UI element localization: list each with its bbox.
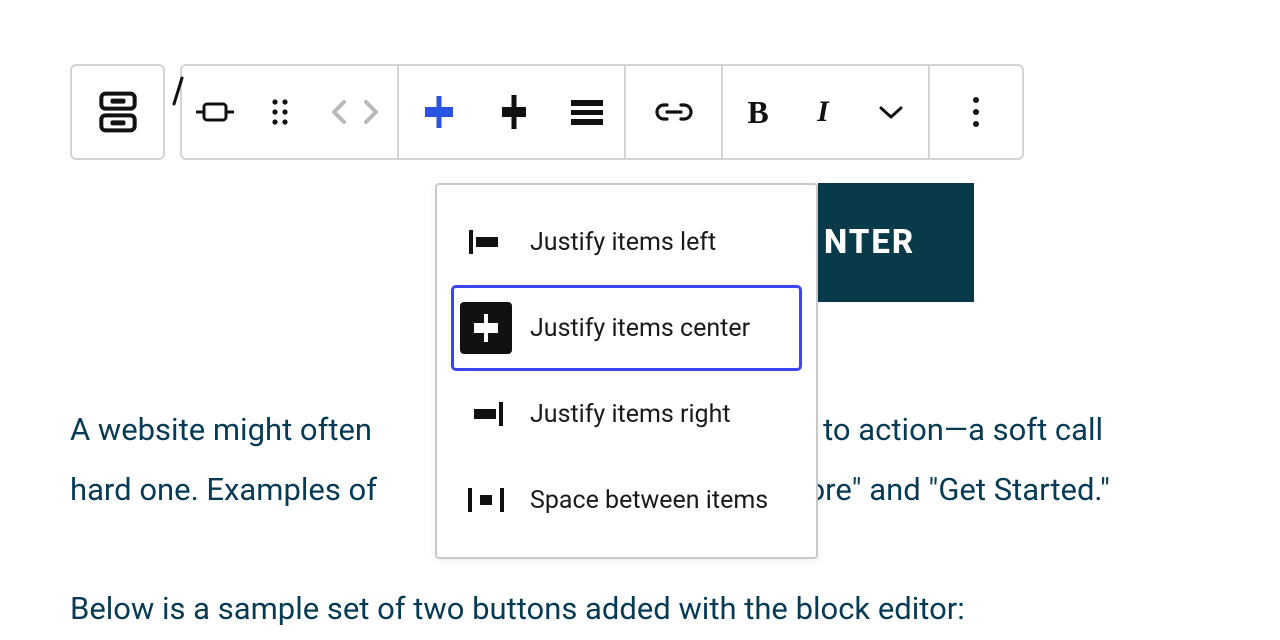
link-button[interactable] — [626, 66, 721, 158]
buttons-block-icon — [98, 90, 138, 134]
move-arrows-icon — [328, 98, 382, 126]
italic-button[interactable]: I — [793, 66, 853, 158]
move-arrows-button[interactable] — [312, 66, 397, 158]
toolbar-main: B I — [180, 64, 1024, 160]
menu-item-label: Justify items right — [530, 400, 731, 429]
menu-item-label: Space between items — [530, 486, 768, 515]
justify-center-icon — [466, 310, 506, 346]
justify-dropdown: Justify items left Justify items center … — [435, 183, 818, 559]
justify-center-active-icon — [419, 92, 459, 132]
space-between-icon — [465, 484, 507, 516]
more-vertical-icon — [972, 96, 980, 128]
row-lines-icon — [569, 98, 605, 126]
italic-icon: I — [817, 95, 829, 129]
menu-item-space-between[interactable]: Space between items — [451, 457, 802, 543]
link-icon — [653, 100, 695, 124]
justify-button[interactable] — [399, 66, 479, 158]
align-icon — [194, 97, 236, 127]
bold-button[interactable]: B — [723, 66, 793, 158]
vertical-align-button[interactable] — [479, 66, 549, 158]
block-type-button[interactable] — [70, 64, 165, 160]
more-options-button[interactable] — [930, 66, 1022, 158]
bold-icon: B — [747, 94, 768, 131]
menu-item-label: Justify items center — [530, 314, 750, 343]
justify-right-icon — [466, 398, 506, 430]
justify-left-icon — [466, 226, 506, 258]
align-button[interactable] — [182, 66, 247, 158]
drag-handle-button[interactable] — [247, 66, 312, 158]
menu-item-justify-right[interactable]: Justify items right — [451, 371, 802, 457]
more-format-button[interactable] — [853, 66, 928, 158]
orientation-button[interactable] — [549, 66, 624, 158]
menu-item-justify-left[interactable]: Justify items left — [451, 199, 802, 285]
align-middle-icon — [496, 92, 532, 132]
drag-handle-icon — [270, 97, 290, 127]
chevron-down-icon — [878, 104, 904, 120]
preview-button-fragment[interactable]: NTER — [818, 183, 974, 302]
block-toolbar: B I — [0, 0, 1280, 160]
menu-item-label: Justify items left — [530, 228, 716, 257]
menu-item-justify-center[interactable]: Justify items center — [451, 285, 802, 371]
preview-button-label: NTER — [824, 223, 915, 262]
paragraph-2: Below is a sample set of two buttons add… — [70, 579, 1225, 639]
